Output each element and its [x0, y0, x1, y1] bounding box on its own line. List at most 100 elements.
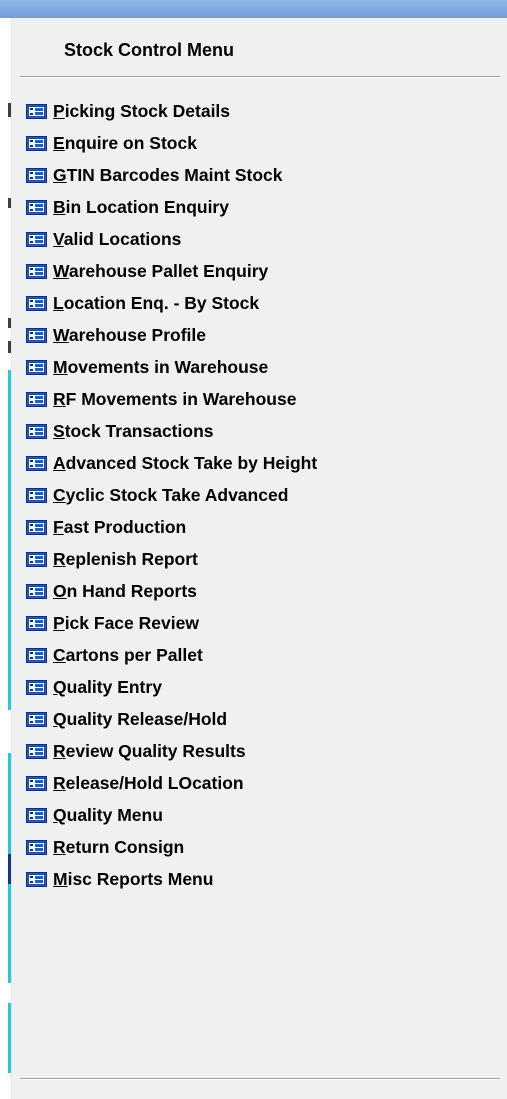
menu-item-quality-release-hold[interactable]: Quality Release/Hold [26, 703, 317, 735]
menu-item-fast-production[interactable]: Fast Production [26, 511, 317, 543]
menu-item-movements-in-warehouse[interactable]: Movements in Warehouse [26, 351, 317, 383]
access-key: M [53, 868, 68, 889]
menu-item-label: Review Quality Results [53, 741, 246, 762]
label-text: ick Face Review [64, 612, 199, 633]
label-text: artons per Pallet [65, 644, 203, 665]
left-window-edge [0, 18, 11, 1099]
menu-item-cyclic-stock-take-advanced[interactable]: Cyclic Stock Take Advanced [26, 479, 317, 511]
menu-item-review-quality-results[interactable]: Review Quality Results [26, 735, 317, 767]
menu-item-label: Advanced Stock Take by Height [53, 453, 317, 474]
label-text: ovements in Warehouse [67, 356, 269, 377]
menu-item-stock-transactions[interactable]: Stock Transactions [26, 415, 317, 447]
menu-item-label: Fast Production [53, 517, 186, 538]
menu-item-advanced-stock-take-by-height[interactable]: Advanced Stock Take by Height [26, 447, 317, 479]
access-key: W [53, 324, 69, 345]
menu-item-misc-reports-menu[interactable]: Misc Reports Menu [26, 863, 317, 895]
label-text: isc Reports Menu [67, 868, 214, 889]
access-key: V [53, 228, 64, 249]
label-text: F Movements in Warehouse [65, 388, 297, 409]
menu-form-icon [26, 167, 47, 183]
menu-form-icon [26, 647, 47, 663]
access-key: M [53, 356, 68, 377]
label-text: eplenish Report [65, 548, 198, 569]
menu-item-label: Cyclic Stock Take Advanced [53, 485, 288, 506]
menu-item-release-hold-location[interactable]: Release/Hold LOcation [26, 767, 317, 799]
access-key: G [53, 164, 67, 185]
menu-form-icon [26, 807, 47, 823]
title-separator [20, 76, 500, 78]
menu-item-gtin-barcodes-maint-stock[interactable]: GTIN Barcodes Maint Stock [26, 159, 317, 191]
access-key: Q [53, 676, 67, 697]
menu-form-icon [26, 743, 47, 759]
menu-item-bin-location-enquiry[interactable]: Bin Location Enquiry [26, 191, 317, 223]
menu-item-location-enq-by-stock[interactable]: Location Enq. - By Stock [26, 287, 317, 319]
menu-form-icon [26, 711, 47, 727]
menu-item-warehouse-profile[interactable]: Warehouse Profile [26, 319, 317, 351]
menu-form-icon [26, 551, 47, 567]
access-key: Q [53, 804, 67, 825]
menu-form-icon [26, 327, 47, 343]
menu-item-return-consign[interactable]: Return Consign [26, 831, 317, 863]
label-text: yclic Stock Take Advanced [65, 484, 289, 505]
menu-item-label: On Hand Reports [53, 581, 197, 602]
access-key: F [53, 516, 64, 537]
menu-item-label: Cartons per Pallet [53, 645, 203, 666]
access-key: P [53, 612, 65, 633]
label-text: n Hand Reports [66, 580, 197, 601]
label-text: elease/Hold LOcation [65, 772, 244, 793]
menu-item-replenish-report[interactable]: Replenish Report [26, 543, 317, 575]
menu-item-label: Picking Stock Details [53, 101, 230, 122]
menu-form-icon [26, 423, 47, 439]
access-key: P [53, 100, 65, 121]
label-text: ast Production [63, 516, 187, 537]
menu-item-cartons-per-pallet[interactable]: Cartons per Pallet [26, 639, 317, 671]
access-key: A [53, 452, 66, 473]
menu-form-icon [26, 679, 47, 695]
menu-form-icon [26, 871, 47, 887]
menu-item-on-hand-reports[interactable]: On Hand Reports [26, 575, 317, 607]
menu-item-label: Stock Transactions [53, 421, 214, 442]
menu-form-icon [26, 487, 47, 503]
label-text: arehouse Profile [68, 324, 207, 345]
menu-form-icon [26, 775, 47, 791]
menu-item-label: Movements in Warehouse [53, 357, 268, 378]
access-key: R [53, 740, 66, 761]
menu-item-label: Quality Entry [53, 677, 162, 698]
label-text: icking Stock Details [64, 100, 231, 121]
access-key: R [53, 548, 66, 569]
label-text: uality Release/Hold [66, 708, 228, 729]
access-key: C [53, 644, 66, 665]
menu-item-label: Warehouse Pallet Enquiry [53, 261, 268, 282]
menu-form-icon [26, 615, 47, 631]
menu-item-label: Pick Face Review [53, 613, 199, 634]
access-key: Q [53, 708, 67, 729]
menu-item-quality-entry[interactable]: Quality Entry [26, 671, 317, 703]
label-text: uality Entry [66, 676, 162, 697]
label-text: dvanced Stock Take by Height [65, 452, 318, 473]
access-key: C [53, 484, 66, 505]
menu-list: Picking Stock Details Enquire on Stock G… [26, 95, 317, 895]
menu-item-rf-movements-in-warehouse[interactable]: RF Movements in Warehouse [26, 383, 317, 415]
access-key: R [53, 836, 66, 857]
menu-item-label: Quality Menu [53, 805, 163, 826]
menu-form-icon [26, 519, 47, 535]
menu-form-icon [26, 295, 47, 311]
menu-form-icon [26, 359, 47, 375]
label-text: uality Menu [66, 804, 163, 825]
menu-item-valid-locations[interactable]: Valid Locations [26, 223, 317, 255]
menu-form-icon [26, 199, 47, 215]
access-key: W [53, 260, 69, 281]
menu-item-enquire-on-stock[interactable]: Enquire on Stock [26, 127, 317, 159]
menu-item-quality-menu[interactable]: Quality Menu [26, 799, 317, 831]
menu-item-label: RF Movements in Warehouse [53, 389, 296, 410]
menu-item-label: Misc Reports Menu [53, 869, 213, 890]
menu-item-pick-face-review[interactable]: Pick Face Review [26, 607, 317, 639]
menu-item-label: GTIN Barcodes Maint Stock [53, 165, 283, 186]
access-key: R [53, 772, 66, 793]
menu-item-picking-stock-details[interactable]: Picking Stock Details [26, 95, 317, 127]
menu-form-icon [26, 391, 47, 407]
label-text: ocation Enq. - By Stock [63, 292, 260, 313]
menu-item-label: Release/Hold LOcation [53, 773, 244, 794]
stock-control-menu-panel: Stock Control Menu Picking Stock Details… [11, 18, 507, 1099]
menu-item-warehouse-pallet-enquiry[interactable]: Warehouse Pallet Enquiry [26, 255, 317, 287]
